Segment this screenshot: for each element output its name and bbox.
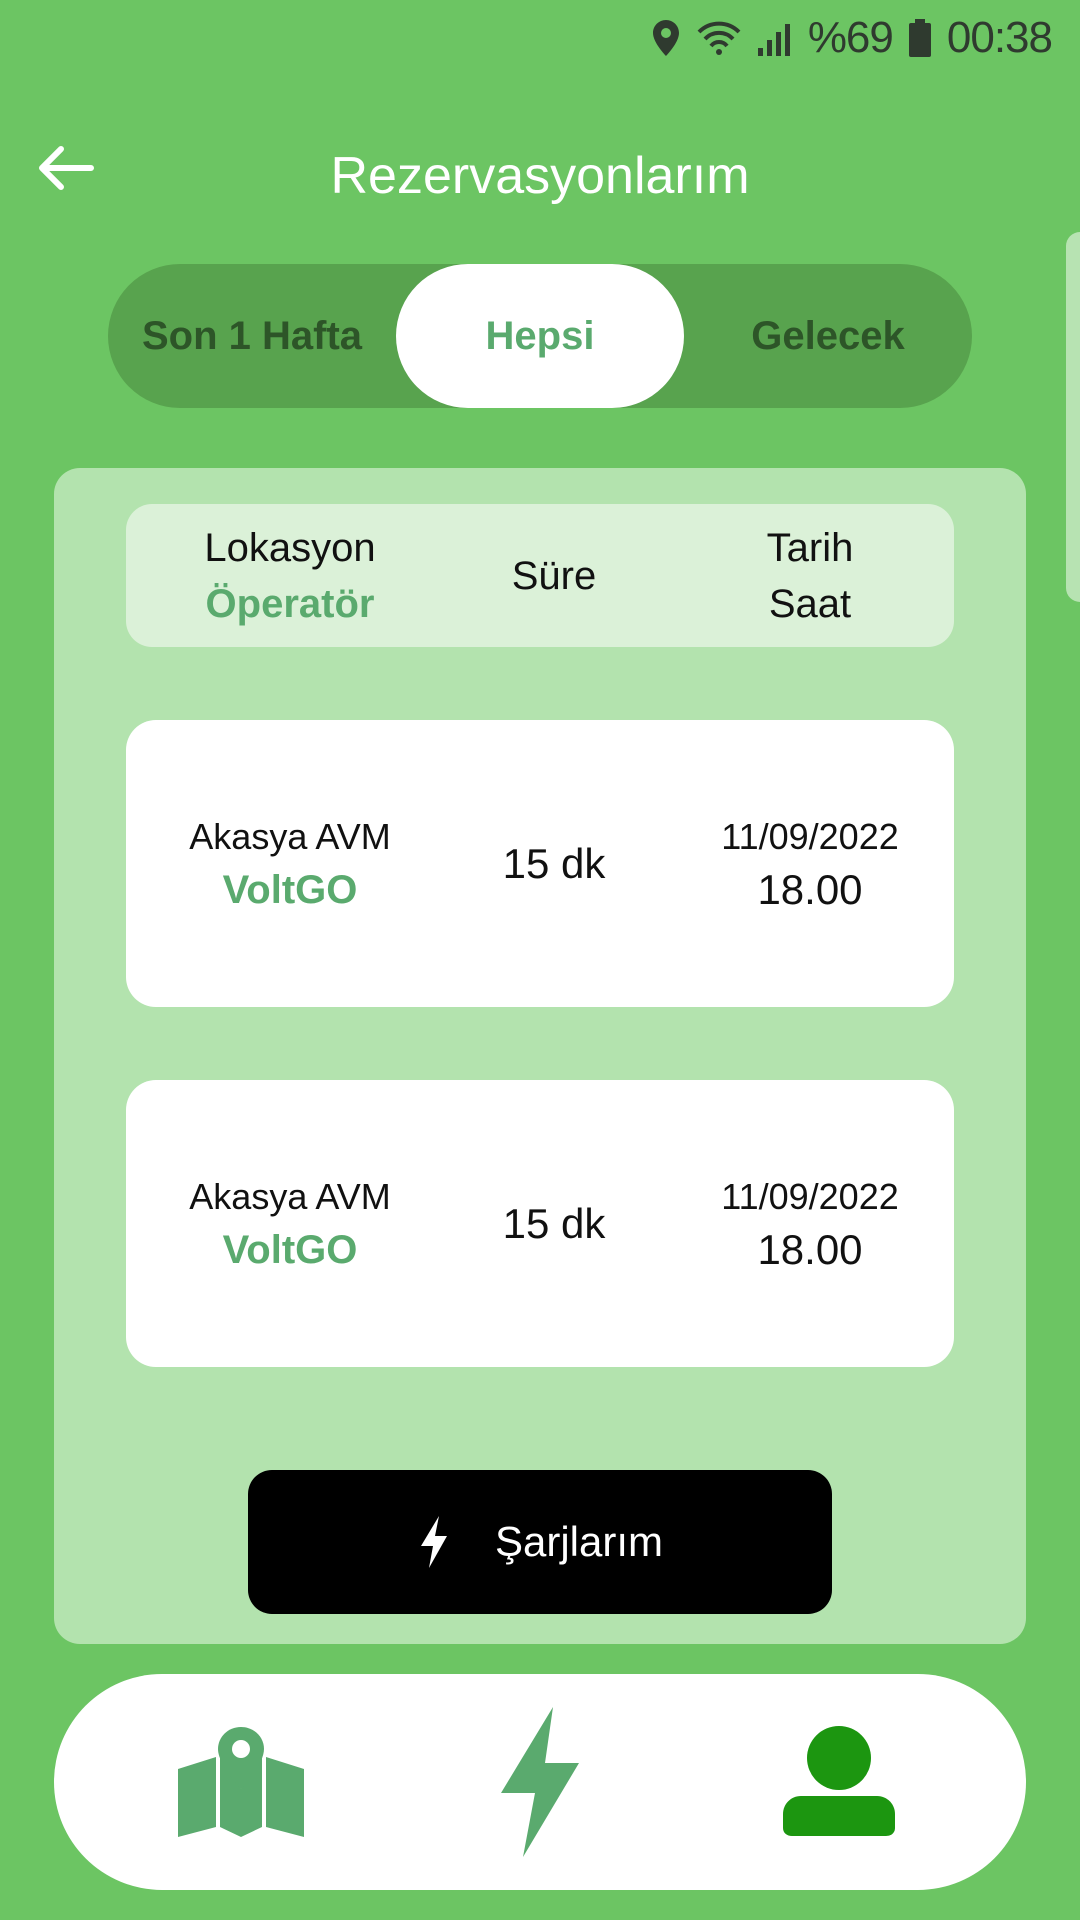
tab-last-week[interactable]: Son 1 Hafta <box>108 264 396 408</box>
row-time: 18.00 <box>757 865 863 913</box>
nav-charging[interactable] <box>440 1674 640 1890</box>
my-charges-button[interactable]: Şarjlarım <box>248 1470 832 1614</box>
battery-icon <box>907 18 933 58</box>
edge-panel-handle[interactable] <box>1066 232 1080 602</box>
row-date: 11/09/2022 <box>721 815 899 857</box>
battery-percent: %69 <box>807 13 894 62</box>
row-duration-cell: 15 dk <box>434 720 674 1007</box>
header-location-column: Lokasyon Öperatör <box>146 504 434 647</box>
header-date-column: Tarih Saat <box>674 504 946 647</box>
row-location: Akasya AVM <box>189 1175 391 1217</box>
tab-all[interactable]: Hepsi <box>396 264 684 408</box>
reservations-panel: Lokasyon Öperatör Süre Tarih Saat Akasya… <box>54 468 1026 1644</box>
page-title: Rezervasyonlarım <box>330 147 750 205</box>
row-location-cell: Akasya AVM VoltGO <box>146 1080 434 1367</box>
table-header: Lokasyon Öperatör Süre Tarih Saat <box>126 504 954 647</box>
map-icon <box>178 1727 304 1837</box>
location-pin-icon <box>650 18 682 58</box>
reservation-row[interactable]: Akasya AVM VoltGO 15 dk 11/09/2022 18.00 <box>126 720 954 1007</box>
header-operator: Öperatör <box>205 581 375 626</box>
header-date: Tarih <box>766 525 854 570</box>
filter-tabs: Son 1 Hafta Hepsi Gelecek <box>108 264 972 408</box>
nav-map[interactable] <box>141 1674 341 1890</box>
clock: 00:38 <box>946 13 1053 62</box>
wifi-icon <box>696 18 742 58</box>
signal-icon <box>756 18 794 58</box>
lightning-icon <box>501 1707 579 1857</box>
lightning-icon <box>420 1516 447 1568</box>
row-date-cell: 11/09/2022 18.00 <box>674 720 946 1007</box>
row-duration: 15 dk <box>502 1199 606 1247</box>
header-duration-column: Süre <box>434 504 674 647</box>
nav-profile[interactable] <box>739 1674 939 1890</box>
row-duration-cell: 15 dk <box>434 1080 674 1367</box>
row-duration: 15 dk <box>502 839 606 887</box>
row-operator: VoltGO <box>222 867 358 912</box>
row-location-cell: Akasya AVM VoltGO <box>146 720 434 1007</box>
status-bar: %69 00:38 <box>0 0 1080 76</box>
tab-upcoming[interactable]: Gelecek <box>684 264 972 408</box>
user-icon <box>783 1726 895 1836</box>
reservation-row[interactable]: Akasya AVM VoltGO 15 dk 11/09/2022 18.00 <box>126 1080 954 1367</box>
header-time: Saat <box>768 581 852 626</box>
header-duration: Süre <box>511 553 597 598</box>
header-location: Lokasyon <box>204 525 376 570</box>
my-charges-label: Şarjlarım <box>494 1518 664 1565</box>
row-location: Akasya AVM <box>189 815 391 857</box>
status-icons: %69 00:38 <box>650 12 1053 64</box>
row-operator: VoltGO <box>222 1227 358 1272</box>
bottom-nav <box>54 1674 1026 1890</box>
row-date: 11/09/2022 <box>721 1175 899 1217</box>
row-date-cell: 11/09/2022 18.00 <box>674 1080 946 1367</box>
row-time: 18.00 <box>757 1225 863 1273</box>
